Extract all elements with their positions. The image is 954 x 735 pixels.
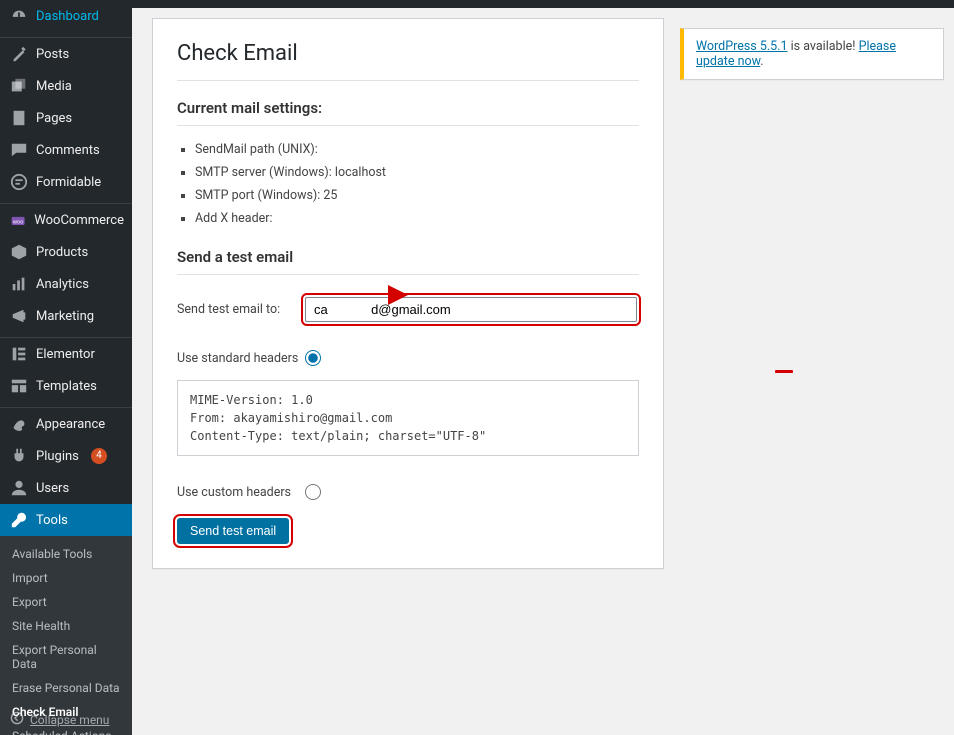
tools-icon	[10, 511, 28, 529]
sidebar-item-dashboard[interactable]: Dashboard	[0, 0, 132, 32]
check-email-panel: Check Email Current mail settings: SendM…	[152, 18, 664, 569]
templates-icon	[10, 377, 28, 395]
settings-list-item: SMTP server (Windows): localhost	[195, 161, 639, 184]
notice-mid-text: is available!	[788, 39, 859, 54]
pages-icon	[10, 109, 28, 127]
send-email-row: Send test email to:	[177, 297, 639, 322]
products-icon	[10, 243, 28, 261]
settings-list-item: SendMail path (UNIX):	[195, 138, 639, 161]
sidebar-item-products[interactable]: Products	[0, 236, 132, 268]
setting-label: Add X header:	[195, 211, 273, 226]
current-settings-heading: Current mail settings:	[177, 99, 639, 126]
setting-value: 25	[323, 188, 337, 203]
sidebar-item-label: Formidable	[36, 175, 101, 190]
submenu-item-site-health[interactable]: Site Health	[0, 614, 132, 638]
woocommerce-icon: woo	[10, 211, 26, 229]
comments-icon	[10, 141, 28, 159]
settings-list-item: Add X header:	[195, 207, 639, 230]
marketing-icon	[10, 307, 28, 325]
formidable-icon	[10, 173, 28, 191]
media-icon	[10, 77, 28, 95]
sidebar-item-tools[interactable]: Tools	[0, 504, 132, 536]
sidebar-item-woocommerce[interactable]: woo WooCommerce	[0, 204, 132, 236]
admin-sidebar: Dashboard Posts Media Pages Comments Formidab…	[0, 0, 132, 735]
sidebar-item-label: Elementor	[36, 347, 95, 362]
setting-value: localhost	[335, 165, 386, 180]
standard-headers-label: Use standard headers	[177, 351, 305, 366]
posts-icon	[10, 45, 28, 63]
current-settings-list: SendMail path (UNIX): SMTP server (Windo…	[195, 138, 639, 230]
sidebar-item-label: Dashboard	[36, 9, 99, 24]
annotation-red-dash	[775, 370, 793, 373]
sidebar-item-templates[interactable]: Templates	[0, 370, 132, 402]
submenu-item-export-personal-data[interactable]: Export Personal Data	[0, 638, 132, 676]
collapse-menu-button[interactable]: Collapse menu	[0, 704, 132, 735]
custom-headers-radio[interactable]	[305, 484, 321, 500]
sidebar-item-label: Posts	[36, 47, 69, 62]
send-test-heading: Send a test email	[177, 248, 639, 275]
sidebar-item-marketing[interactable]: Marketing	[0, 300, 132, 332]
main-content: Check Email Current mail settings: SendM…	[132, 8, 954, 589]
submenu-item-erase-personal-data[interactable]: Erase Personal Data	[0, 676, 132, 700]
sidebar-item-label: Tools	[36, 513, 68, 528]
standard-headers-box: MIME-Version: 1.0 From: akayamishiro@gma…	[177, 380, 639, 456]
sidebar-item-label: Appearance	[36, 417, 105, 432]
analytics-icon	[10, 275, 28, 293]
sidebar-item-label: Plugins	[36, 449, 79, 464]
collapse-icon	[10, 711, 24, 728]
collapse-menu-label: Collapse menu	[30, 713, 109, 727]
sidebar-item-elementor[interactable]: Elementor	[0, 338, 132, 370]
sidebar-item-pages[interactable]: Pages	[0, 102, 132, 134]
plugins-icon	[10, 447, 28, 465]
admin-top-bar	[0, 0, 954, 8]
dashboard-icon	[10, 7, 28, 25]
sidebar-item-posts[interactable]: Posts	[0, 38, 132, 70]
sidebar-item-comments[interactable]: Comments	[0, 134, 132, 166]
send-email-label: Send test email to:	[177, 302, 305, 317]
sidebar-badge: 4	[91, 448, 107, 464]
send-test-email-button[interactable]: Send test email	[177, 518, 289, 544]
sidebar-item-formidable[interactable]: Formidable	[0, 166, 132, 198]
sidebar-item-label: Products	[36, 245, 88, 260]
wordpress-update-notice: WordPress 5.5.1 is available! Please upd…	[680, 28, 944, 80]
users-icon	[10, 479, 28, 497]
sidebar-item-label: Templates	[36, 379, 97, 394]
sidebar-item-label: Analytics	[36, 277, 89, 292]
sidebar-item-label: Users	[36, 481, 69, 496]
setting-label: SendMail path (UNIX):	[195, 142, 318, 157]
custom-headers-row: Use custom headers	[177, 484, 639, 500]
setting-label: SMTP port (Windows):	[195, 188, 323, 203]
submenu-item-export[interactable]: Export	[0, 590, 132, 614]
sidebar-item-label: Media	[36, 79, 72, 94]
elementor-icon	[10, 345, 28, 363]
submenu-item-available-tools[interactable]: Available Tools	[0, 542, 132, 566]
settings-list-item: SMTP port (Windows): 25	[195, 184, 639, 207]
setting-label: SMTP server (Windows):	[195, 165, 335, 180]
page-title: Check Email	[177, 41, 639, 81]
sidebar-item-users[interactable]: Users	[0, 472, 132, 504]
submenu-item-import[interactable]: Import	[0, 566, 132, 590]
custom-headers-label: Use custom headers	[177, 485, 305, 500]
test-email-input[interactable]	[305, 297, 637, 322]
svg-text:woo: woo	[12, 219, 23, 225]
sidebar-item-media[interactable]: Media	[0, 70, 132, 102]
sidebar-item-label: WooCommerce	[34, 213, 124, 228]
sidebar-item-analytics[interactable]: Analytics	[0, 268, 132, 300]
notice-tail: .	[760, 54, 763, 69]
sidebar-item-label: Marketing	[36, 309, 94, 324]
sidebar-item-label: Pages	[36, 111, 72, 126]
wordpress-version-link[interactable]: WordPress 5.5.1	[696, 39, 788, 54]
sidebar-item-label: Comments	[36, 143, 100, 158]
appearance-icon	[10, 415, 28, 433]
standard-headers-row: Use standard headers	[177, 350, 639, 366]
standard-headers-radio[interactable]	[305, 350, 321, 366]
sidebar-item-plugins[interactable]: Plugins 4	[0, 440, 132, 472]
sidebar-item-appearance[interactable]: Appearance	[0, 408, 132, 440]
